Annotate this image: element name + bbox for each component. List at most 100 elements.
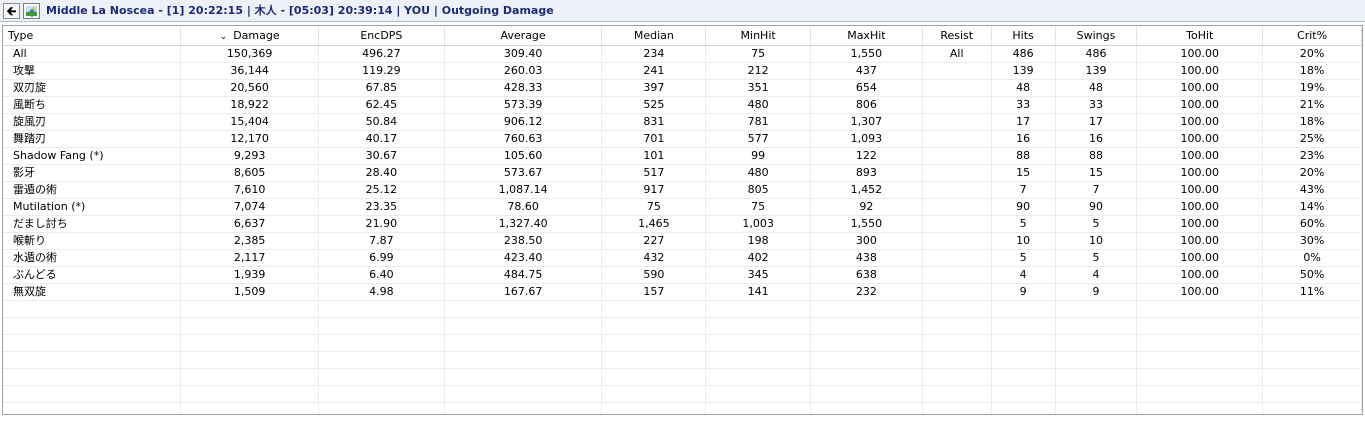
- empty-cell: [1055, 334, 1138, 352]
- empty-cell: [991, 300, 1056, 318]
- table-row[interactable]: All 150,369 496.27 309.40 234 75 1,550 All 486 48…: [3, 45, 1362, 63]
- empty-cell: [180, 402, 320, 414]
- table-cell-maxhit: 1,550: [810, 215, 923, 233]
- table-cell-swings: 15: [1055, 164, 1138, 182]
- table-row[interactable]: Shadow Fang (*) 9,293 30.67 105.60 101 99 122 8…: [3, 147, 1362, 165]
- table-cell-damage: 6,637: [180, 215, 320, 233]
- table-row[interactable]: 双刃旋 20,560 67.85 428.33 397 351 654 48 48 100.00 1…: [3, 79, 1362, 97]
- column-header-label: Average: [500, 29, 546, 42]
- column-header-label: ToHit: [1186, 29, 1214, 42]
- table-row[interactable]: 無双旋 1,509 4.98 167.67 157 141 232 9 9 100.00 11%: [3, 283, 1362, 301]
- column-header-average[interactable]: Average: [444, 26, 603, 46]
- table-cell-average: 573.39: [444, 96, 603, 114]
- column-header-minhit[interactable]: MinHit: [705, 26, 812, 46]
- table-cell-type: 無双旋: [3, 283, 182, 301]
- empty-cell: [601, 385, 707, 403]
- table-cell-resist: [922, 215, 992, 233]
- table-row[interactable]: だまし討ち 6,637 21.90 1,327.40 1,465 1,003 1,550 5 5…: [3, 215, 1362, 233]
- table-cell-swings: 90: [1055, 198, 1138, 216]
- image-icon[interactable]: [23, 3, 40, 19]
- table-cell-damage: 150,369: [180, 45, 320, 63]
- column-header-label: Damage: [233, 29, 280, 42]
- table-row[interactable]: ぶんどる 1,939 6.40 484.75 590 345 638 4 4 100.00 50%: [3, 266, 1362, 284]
- empty-cell: [705, 368, 812, 386]
- column-header-resist[interactable]: Resist: [922, 26, 992, 46]
- table-cell-crit: 25%: [1262, 130, 1362, 148]
- table-cell-hits: 139: [991, 62, 1056, 80]
- table-row[interactable]: 水遁の術 2,117 6.99 423.40 432 402 438 5 5 100.00 0%: [3, 249, 1362, 267]
- empty-cell: [705, 402, 812, 414]
- empty-row: [3, 385, 1362, 403]
- empty-cell: [318, 351, 445, 369]
- table-cell-type: 雷遁の術: [3, 181, 182, 199]
- table-cell-type: 舞踏刃: [3, 130, 182, 148]
- column-header-swings[interactable]: Swings: [1055, 26, 1138, 46]
- column-header-encdps[interactable]: EncDPS: [318, 26, 445, 46]
- empty-row: [3, 402, 1362, 414]
- table-cell-tohit: 100.00: [1136, 249, 1264, 267]
- column-header-maxhit[interactable]: MaxHit: [810, 26, 923, 46]
- table-cell-type: Shadow Fang (*): [3, 147, 182, 165]
- table-cell-hits: 33: [991, 96, 1056, 114]
- table-row[interactable]: 攻撃 36,144 119.29 260.03 241 212 437 139 139 100.0…: [3, 62, 1362, 80]
- table-cell-damage: 7,610: [180, 181, 320, 199]
- empty-cell: [1055, 368, 1138, 386]
- table-cell-median: 517: [601, 164, 707, 182]
- empty-cell: [318, 317, 445, 335]
- table-cell-swings: 5: [1055, 249, 1138, 267]
- table-row[interactable]: 影牙 8,605 28.40 573.67 517 480 893 15 15 100.00 20%: [3, 164, 1362, 182]
- table-cell-encdps: 40.17: [318, 130, 445, 148]
- empty-cell: [922, 385, 992, 403]
- table-cell-encdps: 62.45: [318, 96, 445, 114]
- empty-cell: [444, 385, 603, 403]
- table-cell-minhit: 480: [705, 164, 812, 182]
- table-cell-minhit: 1,003: [705, 215, 812, 233]
- table-cell-median: 227: [601, 232, 707, 250]
- table-cell-resist: [922, 113, 992, 131]
- table-cell-damage: 7,074: [180, 198, 320, 216]
- table-cell-crit: 30%: [1262, 232, 1362, 250]
- damage-table-panel[interactable]: Type ⌄ Damage EncDPS Average Median MinHit MaxH…: [2, 25, 1363, 415]
- table-cell-tohit: 100.00: [1136, 215, 1264, 233]
- column-header-hits[interactable]: Hits: [991, 26, 1056, 46]
- table-cell-swings: 9: [1055, 283, 1138, 301]
- column-header-label: Type: [8, 29, 34, 42]
- table-row[interactable]: 風断ち 18,922 62.45 573.39 525 480 806 33 33 100.00 2…: [3, 96, 1362, 114]
- empty-cell: [810, 317, 923, 335]
- table-cell-average: 1,327.40: [444, 215, 603, 233]
- table-row[interactable]: Mutilation (*) 7,074 23.35 78.60 75 75 92 90 90 1…: [3, 198, 1362, 216]
- empty-cell: [3, 351, 182, 369]
- table-cell-damage: 15,404: [180, 113, 320, 131]
- empty-cell: [1262, 334, 1362, 352]
- table-cell-resist: [922, 79, 992, 97]
- empty-cell: [180, 317, 320, 335]
- table-cell-resist: [922, 147, 992, 165]
- table-cell-minhit: 351: [705, 79, 812, 97]
- column-header-type[interactable]: Type: [3, 26, 182, 46]
- empty-cell: [3, 317, 182, 335]
- empty-cell: [1055, 402, 1138, 414]
- empty-cell: [1262, 385, 1362, 403]
- table-body: All 150,369 496.27 309.40 234 75 1,550 All 486 48…: [3, 45, 1362, 414]
- table-cell-resist: [922, 62, 992, 80]
- table-row[interactable]: 舞踏刃 12,170 40.17 760.63 701 577 1,093 16 16 100.0…: [3, 130, 1362, 148]
- empty-cell: [922, 368, 992, 386]
- back-arrow-icon[interactable]: 🡰: [3, 3, 20, 19]
- table-row[interactable]: 喉斬り 2,385 7.87 238.50 227 198 300 10 10 100.00 30%: [3, 232, 1362, 250]
- column-header-crit[interactable]: Crit%: [1262, 26, 1362, 46]
- table-cell-encdps: 30.67: [318, 147, 445, 165]
- table-cell-maxhit: 92: [810, 198, 923, 216]
- table-row[interactable]: 雷遁の術 7,610 25.12 1,087.14 917 805 1,452 7 7 100.0…: [3, 181, 1362, 199]
- table-cell-maxhit: 1,307: [810, 113, 923, 131]
- empty-cell: [601, 351, 707, 369]
- table-cell-encdps: 6.99: [318, 249, 445, 267]
- column-header-label: Median: [633, 29, 674, 42]
- table-cell-swings: 5: [1055, 215, 1138, 233]
- column-header-label: Hits: [1012, 29, 1034, 42]
- table-cell-average: 167.67: [444, 283, 603, 301]
- table-row[interactable]: 旋風刃 15,404 50.84 906.12 831 781 1,307 17 17 100.0…: [3, 113, 1362, 131]
- table-cell-crit: 20%: [1262, 164, 1362, 182]
- column-header-median[interactable]: Median: [601, 26, 707, 46]
- column-header-tohit[interactable]: ToHit: [1136, 26, 1264, 46]
- column-header-damage[interactable]: ⌄ Damage: [180, 26, 320, 46]
